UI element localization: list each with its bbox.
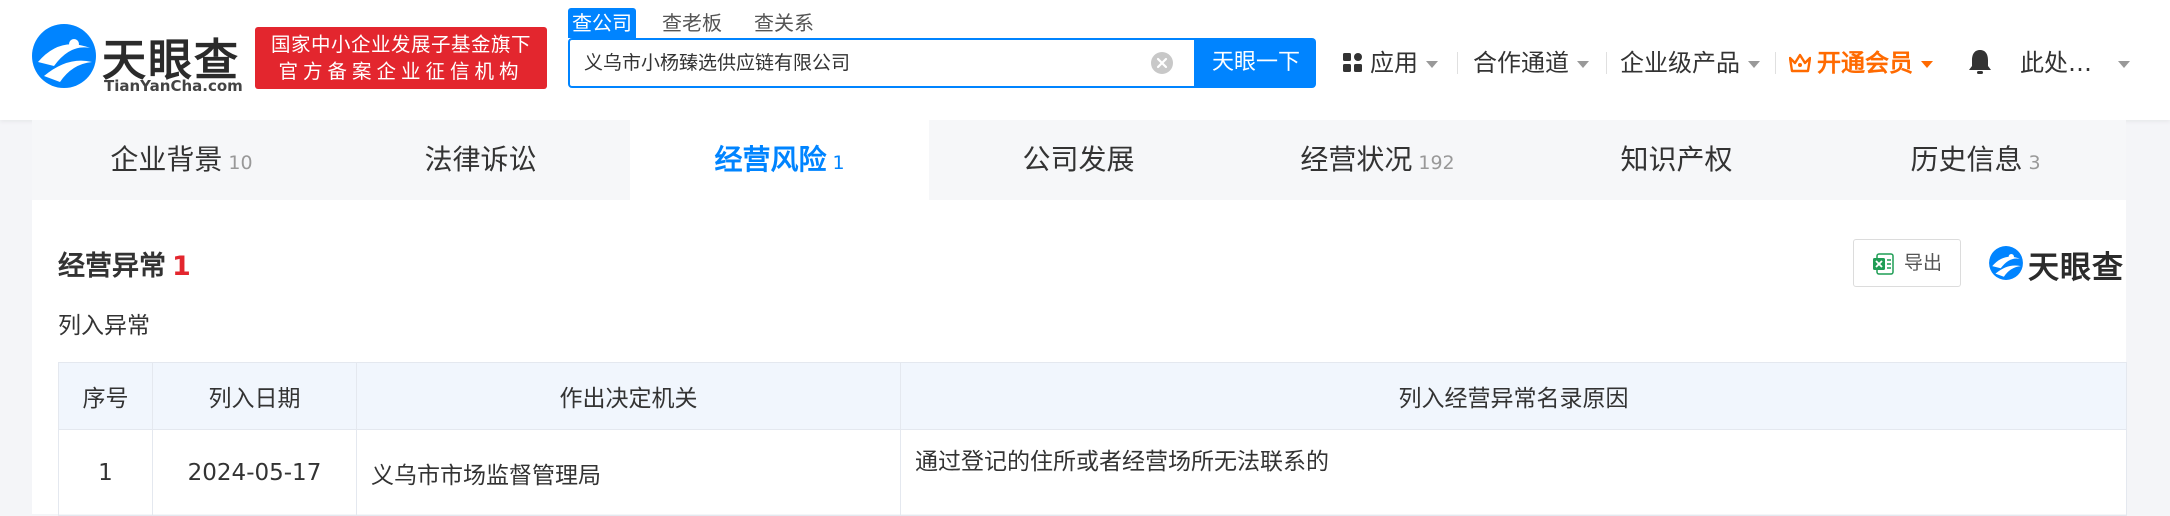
column-header-no: 序号 — [58, 362, 153, 430]
tab-label: 经营风险 — [714, 143, 827, 176]
export-button[interactable]: 导出 — [1853, 239, 1961, 287]
tab-label: 历史信息 — [1910, 143, 2023, 176]
search-tab-relation[interactable]: 查关系 — [744, 8, 824, 38]
tab-label: 经营状况 — [1300, 143, 1413, 176]
abnormal-operation-table: 序号 列入日期 作出决定机关 列入经营异常名录原因 1 2024-05-17 义… — [58, 362, 2127, 516]
tab-ip[interactable]: 知识产权 — [1527, 120, 1826, 200]
tab-history[interactable]: 历史信息 3 — [1826, 120, 2125, 200]
tianyancha-logo[interactable]: 天眼查 TianYanCha.com — [30, 22, 245, 98]
search-tab-company[interactable]: 查公司 — [568, 8, 636, 38]
tab-count: 1 — [832, 152, 845, 174]
subsection-title: 列入异常 — [58, 313, 150, 339]
column-header-authority: 作出决定机关 — [356, 362, 901, 430]
nav-enterprise-products[interactable]: 企业级产品 — [1620, 46, 1760, 80]
nav-enterprise-label: 企业级产品 — [1620, 49, 1740, 77]
tab-background[interactable]: 企业背景 10 — [32, 120, 331, 200]
chevron-down-icon — [1921, 60, 1933, 68]
nav-cooperation-label: 合作通道 — [1473, 49, 1569, 77]
nav-apps-label: 应用 — [1370, 49, 1418, 77]
chevron-down-icon — [1426, 60, 1438, 68]
slogan-line-1: 国家中小企业发展子基金旗下 — [270, 33, 531, 56]
apps-grid-icon — [1343, 53, 1362, 72]
clear-icon[interactable] — [1150, 51, 1174, 75]
nav-divider — [1457, 52, 1458, 74]
user-menu[interactable]: 此处… — [2020, 46, 2130, 80]
chevron-down-icon — [1748, 60, 1760, 68]
search-input[interactable]: 义乌市小杨臻选供应链有限公司 — [568, 38, 1196, 88]
watermark-text: 天眼查 — [2028, 250, 2124, 286]
nav-apps[interactable]: 应用 — [1342, 46, 1438, 80]
table-row: 1 2024-05-17 义乌市市场监督管理局 通过登记的住所或者经营场所无法联… — [58, 429, 2127, 516]
excel-icon — [1873, 253, 1894, 275]
nav-vip-label: 开通会员 — [1817, 49, 1913, 77]
search-tab-boss[interactable]: 查老板 — [652, 8, 732, 38]
section-title-text: 经营异常 — [58, 251, 166, 282]
cell-reason: 通过登记的住所或者经营场所无法联系的 — [900, 429, 2127, 516]
notification-bell[interactable] — [1967, 46, 1993, 80]
tab-label: 法律诉讼 — [424, 143, 537, 176]
nav-divider — [1606, 52, 1607, 74]
chevron-down-icon — [2118, 60, 2130, 68]
column-header-reason: 列入经营异常名录原因 — [900, 362, 2127, 430]
logo-domain: TianYanCha.com — [104, 77, 243, 95]
tab-operating-risk[interactable]: 经营风险 1 — [630, 120, 929, 200]
chevron-down-icon — [1577, 60, 1589, 68]
dimension-tabs: 企业背景 10 法律诉讼 经营风险 1 公司发展 经营状况 192 知识产权 历史信息… — [32, 120, 2126, 200]
eye-logo-icon — [32, 24, 96, 88]
company-detail-card: 企业背景 10 法律诉讼 经营风险 1 公司发展 经营状况 192 知识产权 历史信息… — [32, 120, 2127, 516]
tab-operation-status[interactable]: 经营状况 192 — [1228, 120, 1527, 200]
tab-legal[interactable]: 法律诉讼 — [331, 120, 630, 200]
nav-vip[interactable]: 开通会员 — [1788, 46, 1933, 80]
tab-label: 知识产权 — [1620, 143, 1733, 176]
crown-icon — [1788, 53, 1812, 73]
user-name: 此处… — [2020, 49, 2092, 77]
tab-count: 3 — [2028, 152, 2041, 174]
tab-label: 公司发展 — [1022, 143, 1135, 176]
cell-authority[interactable]: 义乌市市场监督管理局 — [356, 429, 901, 516]
slogan-badge: 国家中小企业发展子基金旗下 官方备案企业征信机构 — [255, 27, 547, 89]
tab-count: 192 — [1418, 152, 1455, 174]
search-input-value[interactable]: 义乌市小杨臻选供应链有限公司 — [584, 40, 850, 86]
cell-date: 2024-05-17 — [152, 429, 357, 516]
nav-divider — [1775, 52, 1776, 74]
eye-logo-icon — [1989, 246, 2023, 280]
tab-development[interactable]: 公司发展 — [929, 120, 1228, 200]
bell-icon — [1969, 50, 1991, 74]
search-button[interactable]: 天眼一下 — [1196, 38, 1316, 88]
tab-label: 企业背景 — [110, 143, 223, 176]
slogan-line-2: 官方备案企业征信机构 — [278, 60, 524, 83]
section-count: 1 — [172, 251, 191, 282]
table-header-row: 序号 列入日期 作出决定机关 列入经营异常名录原因 — [58, 362, 2127, 430]
column-header-date: 列入日期 — [152, 362, 357, 430]
top-header: 天眼查 TianYanCha.com 国家中小企业发展子基金旗下 官方备案企业征… — [0, 0, 2170, 120]
section-title: 经营异常 1 — [58, 244, 191, 283]
export-label: 导出 — [1904, 252, 1943, 274]
tab-count: 10 — [228, 152, 253, 174]
nav-cooperation[interactable]: 合作通道 — [1473, 46, 1589, 80]
cell-no: 1 — [58, 429, 153, 516]
